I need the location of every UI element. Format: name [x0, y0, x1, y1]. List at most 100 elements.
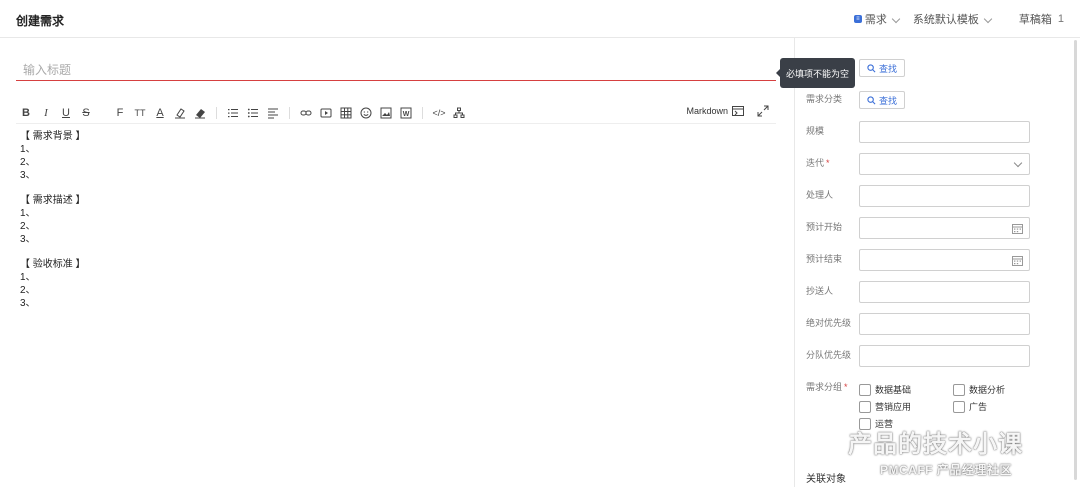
- field-label: 预计开始: [806, 222, 843, 232]
- editor-toolbar: B I U S F TT A W </> Markdown: [16, 102, 776, 124]
- font-size-icon[interactable]: TT: [133, 106, 147, 120]
- content-line: 2、: [20, 285, 36, 296]
- content-heading: 【 验收标准 】: [20, 259, 86, 270]
- field-team-priority: 分队优先级: [796, 345, 1056, 373]
- content-line: 1、: [20, 208, 36, 219]
- markdown-icon: [732, 106, 744, 116]
- underline-icon[interactable]: U: [59, 106, 73, 120]
- field-abs-priority: 绝对优先级: [796, 313, 1056, 341]
- checkbox[interactable]: [953, 400, 965, 413]
- page-title: 创建需求: [16, 14, 65, 28]
- field-scale: 规模: [796, 121, 1056, 149]
- field-label: 需求分组: [806, 382, 843, 392]
- video-icon[interactable]: [319, 106, 333, 120]
- mindmap-icon[interactable]: [452, 106, 466, 120]
- content-line: 3、: [20, 298, 36, 309]
- chevron-down-icon: [1013, 158, 1023, 168]
- ordered-list-icon[interactable]: [226, 106, 240, 120]
- required-tooltip: 必填项不能为空: [775, 58, 856, 88]
- emoji-icon[interactable]: [359, 106, 373, 120]
- markdown-label: Markdown: [686, 106, 728, 116]
- category-find-button[interactable]: 查找: [859, 91, 905, 109]
- header-actions: ≡ 需求 系统默认模板 草稿箱 1: [853, 0, 1064, 38]
- template-selector-label: 系统默认模板: [912, 14, 979, 26]
- content-line: 1、: [20, 272, 36, 283]
- field-start: 预计开始: [796, 217, 1056, 245]
- field-label: 绝对优先级: [806, 318, 852, 328]
- field-label: 处理人: [806, 190, 834, 200]
- field-label: 迭代: [806, 158, 825, 168]
- svg-text:W: W: [403, 111, 410, 118]
- link-icon[interactable]: [299, 106, 313, 120]
- panel-scrollbar[interactable]: [1074, 40, 1077, 480]
- group-option[interactable]: 运营: [859, 417, 953, 430]
- team-priority-input[interactable]: [859, 345, 1030, 367]
- field-assignee: 处理人: [796, 185, 1056, 213]
- field-category: 需求分类 查找: [796, 91, 1056, 117]
- find-button-label: 查找: [878, 63, 897, 74]
- word-import-icon[interactable]: W: [399, 106, 413, 120]
- related-objects-label: 关联对象: [806, 474, 846, 485]
- checkbox[interactable]: [859, 400, 871, 413]
- template-selector[interactable]: 系统默认模板: [912, 11, 993, 27]
- italic-icon[interactable]: I: [39, 106, 53, 120]
- field-end: 预计结束: [796, 249, 1056, 277]
- scale-input[interactable]: [859, 121, 1030, 143]
- image-icon[interactable]: [379, 106, 393, 120]
- align-icon[interactable]: [266, 106, 280, 120]
- find-button-label: 查找: [878, 95, 897, 106]
- group-option[interactable]: 数据基础: [859, 383, 953, 396]
- chevron-down-icon: [983, 14, 993, 24]
- group-checkboxes: 数据基础 数据分析 营销应用 广告 运营: [859, 381, 1059, 432]
- drafts-label: 草稿箱: [1018, 14, 1052, 26]
- group-option[interactable]: 广告: [953, 400, 1047, 413]
- search-icon: [867, 95, 876, 104]
- field-label: 规模: [806, 126, 825, 136]
- markdown-toggle[interactable]: Markdown: [686, 106, 744, 116]
- content-line: 1、: [20, 144, 36, 155]
- calendar-icon: [1012, 256, 1023, 266]
- editor-content[interactable]: 【 需求背景 】 1、 2、 3、 【 需求描述 】 1、 2、 3、 【 验收…: [20, 130, 760, 322]
- field-label: 预计结束: [806, 254, 843, 264]
- properties-panel: 查找 需求分类 查找 规模 迭代 * 处理人 预计开始 预计结束 抄送人 绝对优…: [796, 38, 1080, 487]
- start-date-input[interactable]: [859, 217, 1030, 239]
- required-mark: *: [826, 158, 830, 168]
- content-line: 2、: [20, 221, 36, 232]
- content-block: 【 验收标准 】 1、 2、 3、: [20, 258, 760, 310]
- search-icon: [867, 63, 876, 72]
- strikethrough-icon[interactable]: S: [79, 106, 93, 120]
- title-input[interactable]: [16, 59, 776, 81]
- checkbox[interactable]: [859, 417, 871, 430]
- font-family-icon[interactable]: F: [113, 106, 127, 120]
- checkbox[interactable]: [859, 383, 871, 396]
- find-button[interactable]: 查找: [859, 59, 905, 77]
- eraser-icon[interactable]: [193, 106, 207, 120]
- field-iteration: 迭代 *: [796, 153, 1056, 181]
- table-icon[interactable]: [339, 106, 353, 120]
- group-option[interactable]: 营销应用: [859, 400, 953, 413]
- bold-icon[interactable]: B: [19, 106, 33, 120]
- font-color-icon[interactable]: A: [153, 106, 167, 120]
- checkbox[interactable]: [953, 383, 965, 396]
- type-selector[interactable]: ≡ 需求: [853, 11, 901, 27]
- assignee-input[interactable]: [859, 185, 1030, 207]
- abs-priority-input[interactable]: [859, 313, 1030, 335]
- content-heading: 【 需求背景 】: [20, 131, 86, 142]
- calendar-icon: [1012, 224, 1023, 234]
- drafts-count: 1: [1057, 13, 1064, 25]
- highlight-icon[interactable]: [173, 106, 187, 120]
- group-option[interactable]: 数据分析: [953, 383, 1047, 396]
- editor-area: B I U S F TT A: [0, 38, 795, 487]
- code-icon[interactable]: </>: [432, 106, 446, 120]
- content-line: 2、: [20, 157, 36, 168]
- chevron-down-icon: [891, 14, 901, 24]
- drafts-button[interactable]: 草稿箱 1: [1019, 11, 1064, 27]
- field-label: 抄送人: [806, 286, 834, 296]
- content-block: 【 需求描述 】 1、 2、 3、: [20, 194, 760, 246]
- field-label: 分队优先级: [806, 350, 852, 360]
- iteration-select[interactable]: [859, 153, 1030, 175]
- cc-input[interactable]: [859, 281, 1030, 303]
- end-date-input[interactable]: [859, 249, 1030, 271]
- bullet-list-icon[interactable]: [246, 106, 260, 120]
- fullscreen-icon[interactable]: [756, 104, 770, 118]
